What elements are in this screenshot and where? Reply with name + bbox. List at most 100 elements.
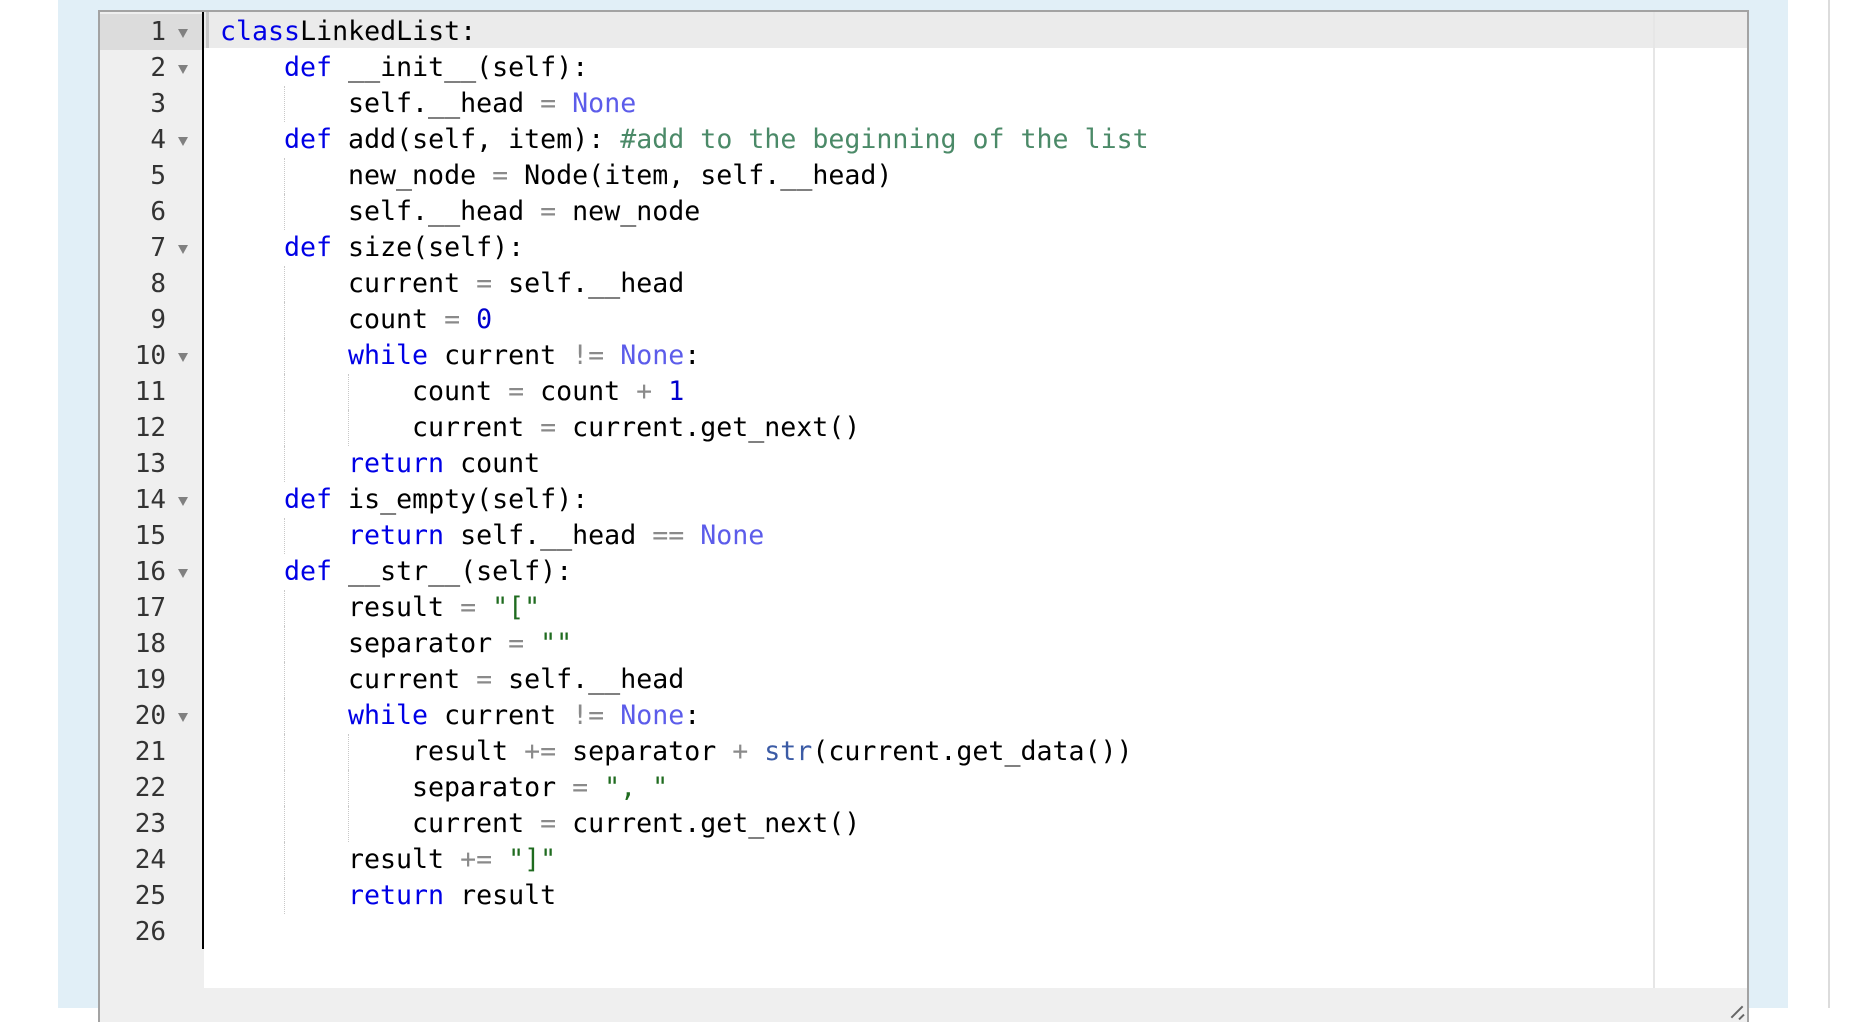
line-number-row[interactable]: 19 bbox=[100, 662, 202, 698]
code-line[interactable]: result = "[" bbox=[348, 590, 540, 626]
code-line[interactable]: classLinkedList: bbox=[220, 14, 476, 50]
fold-arrow-down-icon[interactable] bbox=[178, 137, 188, 146]
indent-guide bbox=[284, 302, 285, 338]
line-number: 21 bbox=[134, 737, 166, 767]
code-line[interactable]: current = current.get_next() bbox=[412, 410, 860, 446]
indent-guide bbox=[284, 734, 285, 770]
pane-divider[interactable] bbox=[1828, 0, 1830, 1008]
kw-token: class bbox=[220, 16, 301, 47]
line-number-row[interactable]: 5 bbox=[100, 158, 202, 194]
line-number-row[interactable]: 11 bbox=[100, 374, 202, 410]
code-line[interactable]: new_node = Node(item, self.__head) bbox=[348, 158, 892, 194]
code-line[interactable]: return result bbox=[348, 878, 556, 914]
indent-guide bbox=[348, 734, 349, 770]
op-token: = bbox=[508, 376, 525, 407]
kw-token: while bbox=[348, 340, 429, 371]
code-line[interactable]: while current != None: bbox=[348, 338, 700, 374]
code-line[interactable]: return count bbox=[348, 446, 540, 482]
str-token: ", " bbox=[604, 772, 669, 803]
fold-arrow-down-icon[interactable] bbox=[178, 569, 188, 578]
line-number: 18 bbox=[134, 629, 166, 659]
fold-arrow-down-icon[interactable] bbox=[178, 713, 188, 722]
line-number: 11 bbox=[134, 377, 166, 407]
line-number-row[interactable]: 6 bbox=[100, 194, 202, 230]
indent-guide bbox=[284, 662, 285, 698]
code-line[interactable]: def add(self, item): #add to the beginni… bbox=[284, 122, 1149, 158]
code-line[interactable]: return self.__head == None bbox=[348, 518, 764, 554]
plain-token: result bbox=[444, 880, 557, 911]
code-line[interactable]: def size(self): bbox=[284, 230, 524, 266]
code-line[interactable]: separator = "" bbox=[348, 626, 572, 662]
kw-token: def bbox=[284, 124, 333, 155]
line-number-row[interactable]: 15 bbox=[100, 518, 202, 554]
line-number: 1 bbox=[150, 17, 166, 47]
line-number-row[interactable]: 7 bbox=[100, 230, 202, 266]
plain-token: is_empty(self): bbox=[332, 484, 589, 515]
line-number-row[interactable]: 13 bbox=[100, 446, 202, 482]
code-line[interactable]: self.__head = new_node bbox=[348, 194, 700, 230]
code-line[interactable]: self.__head = None bbox=[348, 86, 636, 122]
line-number-row[interactable]: 14 bbox=[100, 482, 202, 518]
line-number: 10 bbox=[134, 341, 166, 371]
code-line[interactable]: separator = ", " bbox=[412, 770, 668, 806]
code-line[interactable]: while current != None: bbox=[348, 698, 700, 734]
print-margin bbox=[1653, 12, 1655, 988]
code-line[interactable]: count = 0 bbox=[348, 302, 492, 338]
line-number: 3 bbox=[150, 89, 166, 119]
plain-token: self.__head bbox=[444, 520, 653, 551]
line-number-row[interactable]: 18 bbox=[100, 626, 202, 662]
indent-guide bbox=[348, 806, 349, 842]
code-line[interactable]: def __init__(self): bbox=[284, 50, 588, 86]
line-number-row[interactable]: 12 bbox=[100, 410, 202, 446]
code-line[interactable]: count = count + 1 bbox=[412, 374, 684, 410]
line-number: 24 bbox=[134, 845, 166, 875]
indent-guide bbox=[284, 446, 285, 482]
code-line[interactable]: def is_empty(self): bbox=[284, 482, 588, 518]
line-number-row[interactable]: 26 bbox=[100, 914, 202, 950]
code-line[interactable]: result += separator + str(current.get_da… bbox=[412, 734, 1133, 770]
line-number-row[interactable]: 20 bbox=[100, 698, 202, 734]
indent-guide bbox=[348, 770, 349, 806]
line-number-row[interactable]: 8 bbox=[100, 266, 202, 302]
fold-arrow-down-icon[interactable] bbox=[178, 245, 188, 254]
plain-token: count bbox=[524, 376, 637, 407]
code-text-area[interactable]: classLinkedList: def __init__(self): self.… bbox=[204, 12, 1747, 988]
line-number-row[interactable]: 16 bbox=[100, 554, 202, 590]
code-line[interactable]: current = self.__head bbox=[348, 662, 684, 698]
code-line[interactable]: current = self.__head bbox=[348, 266, 684, 302]
plain-token: current bbox=[428, 340, 573, 371]
line-number-row[interactable]: 3 bbox=[100, 86, 202, 122]
line-number-row[interactable]: 22 bbox=[100, 770, 202, 806]
line-number-row[interactable]: 2 bbox=[100, 50, 202, 86]
line-number: 4 bbox=[150, 125, 166, 155]
code-line[interactable]: result += "]" bbox=[348, 842, 556, 878]
indent-guide bbox=[284, 86, 285, 122]
line-number-row[interactable]: 9 bbox=[100, 302, 202, 338]
line-number: 14 bbox=[134, 485, 166, 515]
code-line[interactable]: current = current.get_next() bbox=[412, 806, 860, 842]
fold-arrow-down-icon[interactable] bbox=[178, 29, 188, 38]
line-number-row[interactable]: 24 bbox=[100, 842, 202, 878]
line-number-row[interactable]: 4 bbox=[100, 122, 202, 158]
line-number-row[interactable]: 10 bbox=[100, 338, 202, 374]
line-number-row[interactable]: 17 bbox=[100, 590, 202, 626]
line-number-row[interactable]: 1 bbox=[100, 14, 202, 50]
line-number-row[interactable]: 21 bbox=[100, 734, 202, 770]
resize-grip-icon[interactable] bbox=[1731, 1004, 1745, 1018]
code-line[interactable]: def __str__(self): bbox=[284, 554, 572, 590]
indent-guide bbox=[284, 698, 285, 734]
indent-guide bbox=[284, 806, 285, 842]
fold-arrow-down-icon[interactable] bbox=[178, 65, 188, 74]
fold-arrow-down-icon[interactable] bbox=[178, 497, 188, 506]
fold-arrow-down-icon[interactable] bbox=[178, 353, 188, 362]
code-editor[interactable]: 1 2 3 4 5 6 7 8 9 10 11 12 13 14 15 16 17 18 19 20 21 22 23 24 2… bbox=[98, 10, 1749, 1022]
line-number-row[interactable]: 23 bbox=[100, 806, 202, 842]
op-token: = bbox=[540, 196, 557, 227]
line-number-row[interactable]: 25 bbox=[100, 878, 202, 914]
op-token: += bbox=[460, 844, 493, 875]
plain-token: count bbox=[412, 376, 509, 407]
op-token: += bbox=[524, 736, 557, 767]
plain-token: result bbox=[348, 592, 461, 623]
op-token: + bbox=[636, 376, 653, 407]
